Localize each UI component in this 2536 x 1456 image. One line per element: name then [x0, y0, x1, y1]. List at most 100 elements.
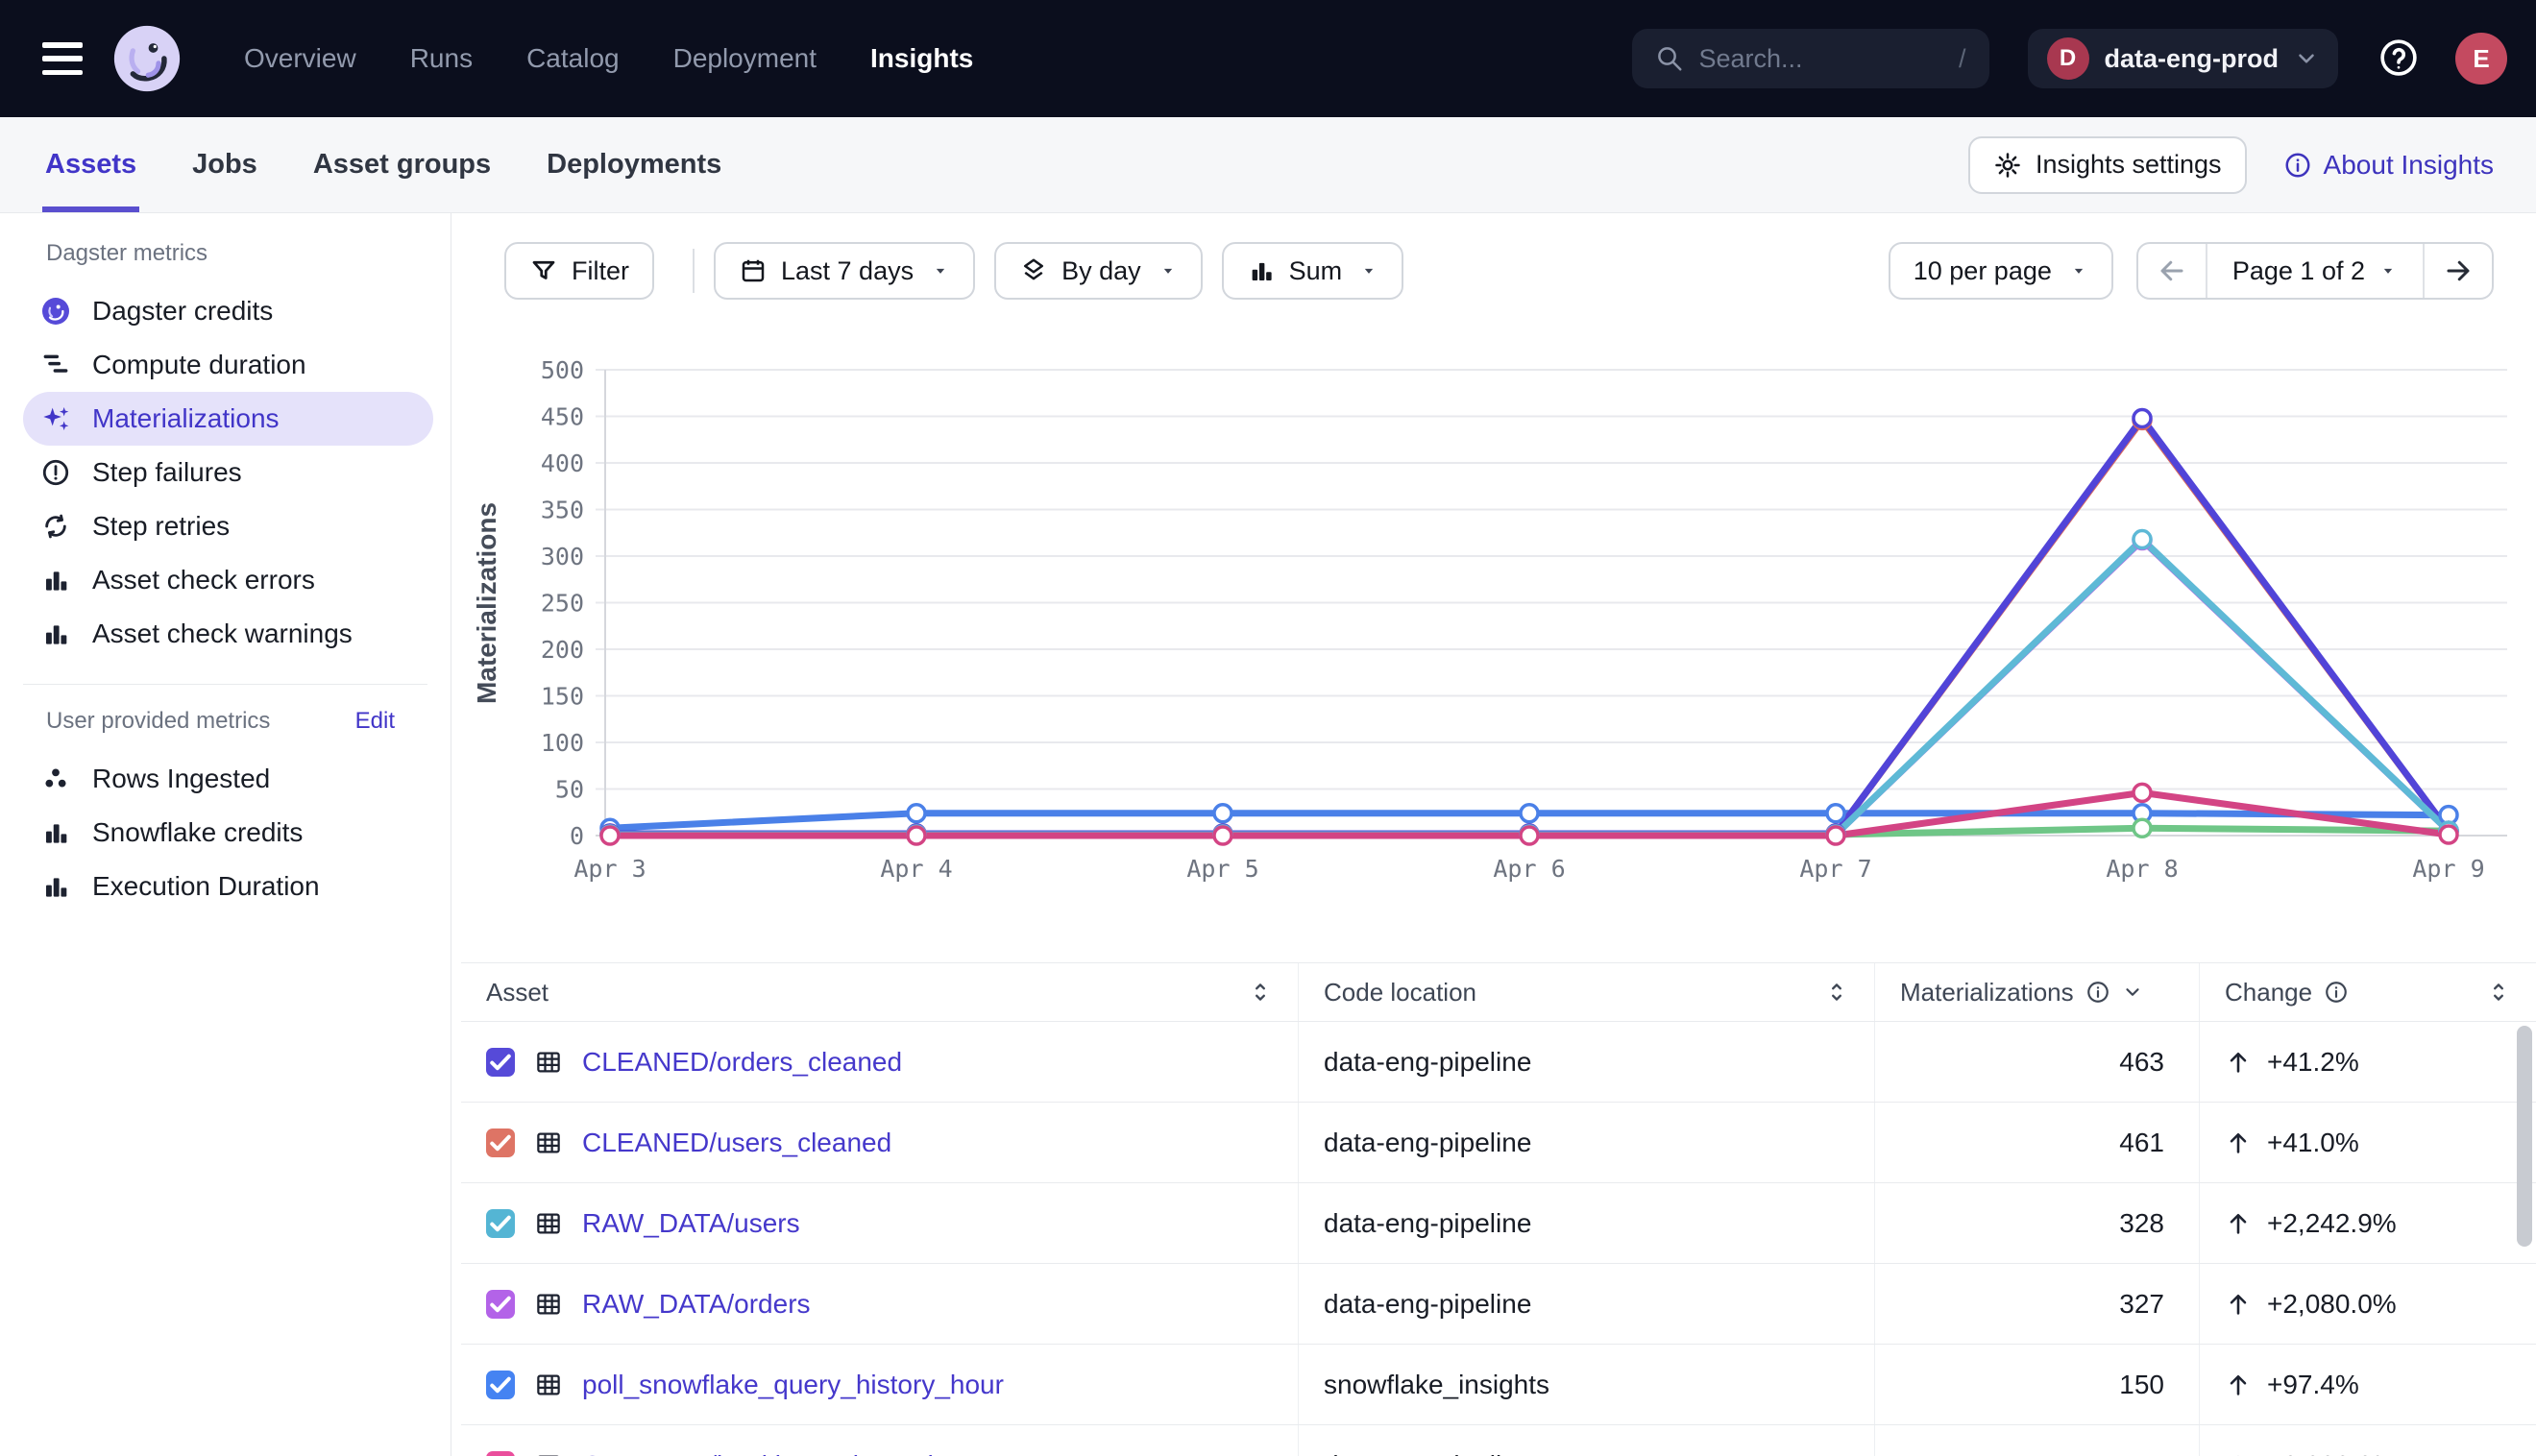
tab-jobs[interactable]: Jobs — [189, 117, 260, 212]
deployment-switcher[interactable]: D data-eng-prod — [2028, 29, 2339, 88]
insights-settings-label: Insights settings — [2036, 150, 2222, 180]
data-point-poll-snowflake-query-history-hour — [1521, 805, 1538, 822]
sort-icon[interactable] — [1824, 980, 1849, 1005]
nav-item-deployment[interactable]: Deployment — [673, 43, 817, 74]
sidebar-item-snowflake-credits[interactable]: Snowflake credits — [23, 806, 433, 860]
sidebar-item-dagster-credits[interactable]: Dagster credits — [23, 284, 433, 338]
column-header-asset[interactable]: Asset — [461, 963, 1299, 1021]
materializations-cell: 328 — [1875, 1183, 2200, 1263]
sidebar-item-rows-ingested[interactable]: Rows Ingested — [23, 752, 433, 806]
prev-page-button[interactable] — [2138, 244, 2206, 298]
dagster-logo-icon[interactable] — [110, 21, 184, 96]
filter-button[interactable]: Filter — [504, 242, 654, 300]
granularity-button[interactable]: By day — [994, 242, 1203, 300]
insights-settings-button[interactable]: Insights settings — [1968, 136, 2247, 194]
sidebar-item-compute-duration[interactable]: Compute duration — [23, 338, 433, 392]
y-tick-label: 400 — [541, 449, 584, 477]
sidebar-item-asset-check-errors[interactable]: Asset check errors — [23, 553, 433, 607]
user-avatar[interactable]: E — [2455, 33, 2507, 85]
help-icon[interactable] — [2377, 36, 2421, 81]
search-input[interactable]: Search... / — [1632, 29, 1989, 88]
tabs: Assets Jobs Asset groups Deployments — [42, 117, 724, 212]
row-checkbox[interactable] — [486, 1128, 515, 1157]
asset-link[interactable]: CLEANED/orders_cleaned — [582, 1047, 902, 1078]
deployment-badge: D — [2047, 37, 2089, 80]
sparkles-icon — [40, 403, 71, 434]
materializations-cell: 463 — [1875, 1022, 2200, 1102]
asset-link[interactable]: CLEANED/bookings_cleaned — [582, 1450, 934, 1456]
search-shortcut: / — [1959, 44, 1966, 74]
page-select[interactable]: Page 1 of 2 — [2206, 244, 2425, 298]
sidebar-item-label: Step failures — [92, 457, 242, 488]
sort-icon[interactable] — [1248, 980, 1273, 1005]
asset-cell: CLEANED/users_cleaned — [461, 1103, 1299, 1182]
tab-assets[interactable]: Assets — [42, 117, 139, 212]
change-cell: +2,080.0% — [2200, 1264, 2536, 1344]
y-axis-title: Materializations — [472, 502, 501, 704]
data-point-poll-snowflake-query-history-hour — [908, 805, 925, 822]
tab-deployments[interactable]: Deployments — [544, 117, 724, 212]
arrow-up-icon — [2225, 1210, 2252, 1237]
row-checkbox[interactable] — [486, 1209, 515, 1238]
sidebar-item-label: Compute duration — [92, 350, 306, 380]
y-tick-label: 450 — [541, 403, 584, 431]
sidebar-item-label: Execution Duration — [92, 871, 320, 902]
sort-icon[interactable] — [2486, 980, 2511, 1005]
sidebar-item-asset-check-warnings[interactable]: Asset check warnings — [23, 607, 433, 661]
y-tick-label: 500 — [541, 356, 584, 384]
aggregation-label: Sum — [1289, 256, 1343, 286]
nav-item-overview[interactable]: Overview — [244, 43, 356, 74]
sidebar-item-execution-duration[interactable]: Execution Duration — [23, 860, 433, 913]
sidebar-item-step-retries[interactable]: Step retries — [23, 499, 433, 553]
nav-item-runs[interactable]: Runs — [410, 43, 473, 74]
row-checkbox[interactable] — [486, 1451, 515, 1456]
asset-link[interactable]: RAW_DATA/orders — [582, 1289, 811, 1320]
x-tick-label: Apr 9 — [2412, 855, 2484, 883]
asset-link[interactable]: CLEANED/users_cleaned — [582, 1128, 891, 1158]
edit-metrics-link[interactable]: Edit — [355, 708, 395, 735]
metrics-sidebar: Dagster metrics Dagster credits Compute d… — [0, 213, 451, 1456]
asset-link[interactable]: RAW_DATA/users — [582, 1208, 800, 1239]
materializations-column-label: Materializations — [1900, 978, 2074, 1007]
row-checkbox[interactable] — [486, 1048, 515, 1077]
table-icon — [534, 1371, 563, 1399]
code-location-cell: data-eng-pipeline — [1299, 1425, 1875, 1456]
chevron-down-icon[interactable] — [2122, 982, 2143, 1003]
sidebar-item-label: Asset check warnings — [92, 619, 353, 649]
dagster-metrics-title: Dagster metrics — [46, 240, 207, 267]
nav-item-catalog[interactable]: Catalog — [526, 43, 620, 74]
date-range-button[interactable]: Last 7 days — [714, 242, 975, 300]
data-point-cleaned-bookings-cleaned — [2134, 784, 2151, 801]
table-header: Asset Code location Materializations Cha… — [461, 962, 2536, 1022]
arrow-left-icon — [2158, 256, 2186, 285]
column-header-code-location[interactable]: Code location — [1299, 963, 1875, 1021]
bars-icon — [40, 565, 71, 595]
table-icon — [534, 1209, 563, 1238]
tab-asset-groups[interactable]: Asset groups — [310, 117, 494, 212]
sidebar-item-materializations[interactable]: Materializations — [23, 392, 433, 446]
row-checkbox[interactable] — [486, 1371, 515, 1399]
table-scrollbar[interactable] — [2517, 1026, 2532, 1247]
asset-link[interactable]: poll_snowflake_query_history_hour — [582, 1370, 1004, 1400]
next-page-button[interactable] — [2425, 244, 2492, 298]
per-page-button[interactable]: 10 per page — [1889, 242, 2113, 300]
change-value: +97.4% — [2267, 1370, 2359, 1400]
column-header-change[interactable]: Change — [2200, 963, 2536, 1021]
nav-item-insights[interactable]: Insights — [870, 43, 973, 74]
chart-toolbar: Filter Last 7 days By day Sum 10 per pag — [504, 242, 2494, 300]
change-value: +2,333.3% — [2267, 1450, 2397, 1456]
menu-icon[interactable] — [42, 42, 83, 75]
column-header-materializations[interactable]: Materializations — [1875, 963, 2200, 1021]
deployment-name: data-eng-prod — [2105, 44, 2280, 74]
caret-down-icon — [1359, 261, 1378, 280]
table-body: CLEANED/orders_cleaneddata-eng-pipeline4… — [461, 1022, 2536, 1456]
materializations-cell: 150 — [1875, 1345, 2200, 1424]
about-insights-link[interactable]: About Insights — [2283, 150, 2494, 181]
code-location-cell: data-eng-pipeline — [1299, 1103, 1875, 1182]
row-checkbox[interactable] — [486, 1290, 515, 1319]
data-point-cleaned-bookings-cleaned — [1827, 827, 1844, 844]
sidebar-item-step-failures[interactable]: Step failures — [23, 446, 433, 499]
change-value: +41.2% — [2267, 1047, 2359, 1078]
bars-icon — [40, 871, 71, 902]
aggregation-button[interactable]: Sum — [1222, 242, 1404, 300]
